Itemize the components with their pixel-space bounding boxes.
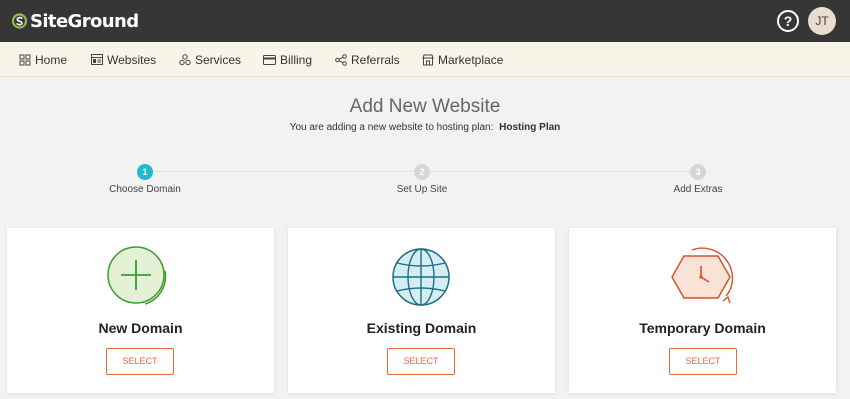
browser-icon (91, 54, 103, 65)
share-icon (335, 53, 347, 66)
credit-card-icon (263, 54, 276, 65)
globe-icon (392, 248, 450, 306)
grid-icon (19, 54, 31, 65)
existing-domain-card[interactable]: Existing Domain SELECT (288, 228, 555, 393)
temporary-domain-title: Temporary Domain (639, 320, 766, 336)
store-icon (422, 54, 434, 65)
nav-label-home: Home (35, 52, 68, 67)
nav-label-referrals: Referrals (351, 52, 400, 67)
plus-circle-icon (107, 246, 167, 305)
nav-label-marketplace: Marketplace (438, 52, 504, 67)
step-3-indicator: 3 (690, 164, 706, 180)
help-button[interactable]: ? (777, 10, 799, 32)
step-connector (154, 171, 413, 172)
step-2-indicator: 2 (414, 164, 430, 180)
step-3-label: Add Extras (673, 184, 723, 195)
temporary-domain-card[interactable]: Temporary Domain SELECT (569, 228, 836, 393)
nav-item-home[interactable]: Home (19, 42, 67, 77)
new-domain-card[interactable]: New Domain SELECT (7, 228, 274, 393)
logo-text: SiteGround (30, 10, 139, 32)
nav-item-billing[interactable]: Billing (263, 42, 312, 77)
existing-domain-select-button[interactable]: SELECT (387, 348, 455, 375)
nav-label-websites: Websites (107, 52, 157, 67)
page-subtitle: You are adding a new website to hosting … (0, 122, 850, 133)
siteground-logo-icon (12, 13, 27, 29)
subtitle-text: You are adding a new website to hosting … (289, 122, 494, 133)
main-navigation: Home Websites Services Billing Referrals… (0, 42, 850, 77)
temporary-domain-select-button[interactable]: SELECT (669, 348, 737, 375)
clock-icon (671, 247, 734, 304)
existing-domain-title: Existing Domain (366, 320, 477, 336)
step-connector (431, 171, 690, 172)
nav-item-websites[interactable]: Websites (91, 42, 156, 77)
page-title: Add New Website (349, 96, 501, 117)
new-domain-title: New Domain (98, 320, 183, 336)
nav-item-services[interactable]: Services (179, 42, 241, 77)
top-bar: SiteGround ? JT (0, 0, 850, 42)
services-icon (179, 53, 191, 65)
siteground-logo[interactable]: SiteGround (12, 9, 139, 33)
new-domain-select-button[interactable]: SELECT (106, 348, 174, 375)
step-1-label: Choose Domain (109, 184, 181, 195)
nav-label-billing: Billing (280, 52, 313, 67)
nav-item-referrals[interactable]: Referrals (335, 42, 400, 77)
user-avatar[interactable]: JT (808, 7, 836, 35)
nav-item-marketplace[interactable]: Marketplace (422, 42, 503, 77)
nav-label-services: Services (195, 52, 242, 67)
hosting-plan-name: Hosting Plan (499, 122, 561, 133)
step-2-label: Set Up Site (396, 184, 448, 195)
step-1-indicator: 1 (137, 164, 153, 180)
